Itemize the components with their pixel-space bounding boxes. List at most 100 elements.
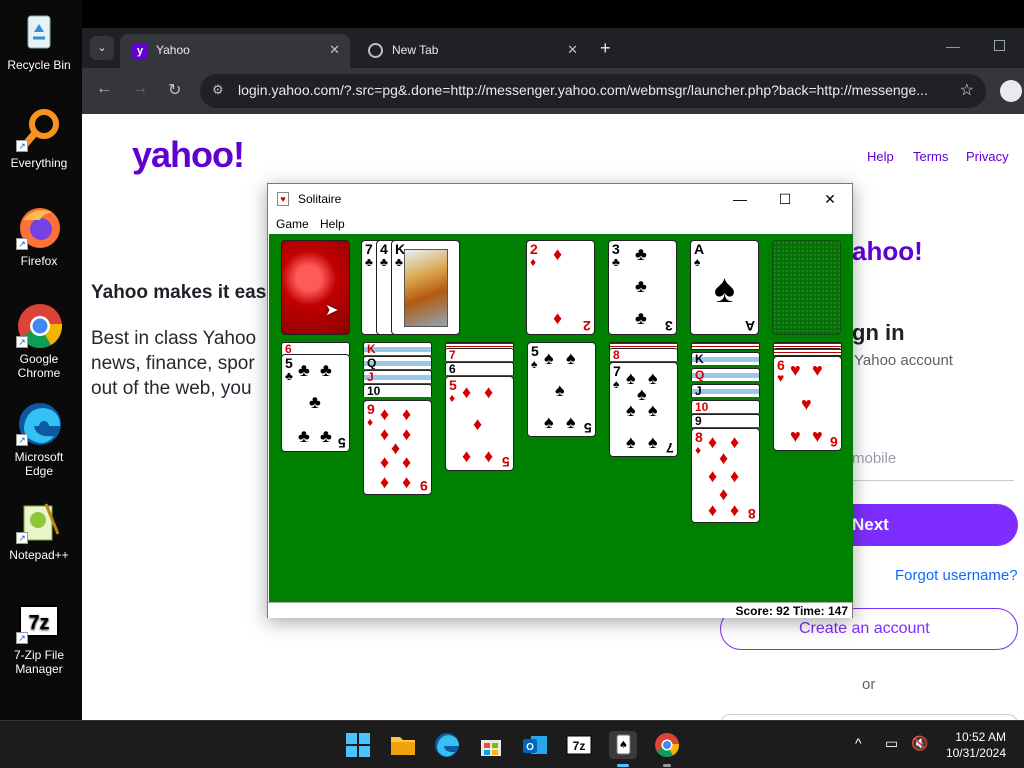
heart-suit-icon: ♥ (777, 371, 785, 385)
shortcut-arrow-icon: ↗ (16, 140, 28, 152)
tab-yahoo[interactable]: y Yahoo ✕ (120, 34, 350, 68)
diamond-pip-icon: ♦ (719, 448, 729, 468)
microsoft-store-icon[interactable] (477, 731, 505, 759)
close-tab-icon[interactable]: ✕ (567, 42, 578, 58)
start-windows-icon[interactable] (344, 731, 372, 759)
clock-date: 10/31/2024 (945, 746, 1006, 760)
desktop-icon-notepad-plus-plus[interactable]: ↗ Notepad++ (0, 498, 78, 562)
show-hidden-icons-chevron-icon[interactable]: ^ (855, 735, 862, 751)
solitaire-taskbar-icon[interactable]: ♠ (609, 731, 637, 767)
spade-pip-icon: ♠ (555, 380, 565, 400)
tableau-top-card[interactable]: 6 ♥ ♥ ♥ ♥ ♥ ♥ 6 (773, 356, 842, 451)
maximize-icon[interactable]: ☐ (765, 188, 805, 210)
spade-pip-icon: ♠ (544, 348, 554, 368)
diamond-pip-icon: ♦ (402, 472, 412, 492)
minimize-icon[interactable]: — (946, 38, 960, 54)
desktop-icon-7-zip[interactable]: 7z ↗ 7-Zip File Manager (0, 598, 78, 676)
username-field[interactable]: mobile (852, 450, 896, 467)
tableau-top-card[interactable]: 8 ♦ ♦ ♦ ♦ ♦ ♦ ♦ ♦ ♦ 8 (691, 428, 760, 523)
shortcut-arrow-icon: ↗ (16, 238, 28, 250)
shortcut-arrow-icon: ↗ (16, 434, 28, 446)
back-icon[interactable]: ← (96, 80, 112, 98)
card-rank: 8 (748, 506, 756, 522)
diamond-pip-icon: ♦ (708, 432, 718, 452)
card-rank: 5 (531, 343, 539, 359)
solitaire-window: ♥ Solitaire — ☐ ✕ Game Help ➤ 7 ♣ 4 ♣ K ♣ 2… (267, 183, 853, 618)
diamond-pip-icon: ♦ (402, 404, 412, 424)
card-rank: 7 (365, 241, 373, 257)
desktop-icon-firefox[interactable]: ↗ Firefox (0, 204, 78, 268)
tab-search-chevron-icon[interactable]: ⌄ (90, 36, 114, 60)
heart-pip-icon: ♥ (790, 426, 801, 446)
site-settings-icon[interactable]: ⚙ (212, 82, 224, 98)
club-suit-icon: ♣ (285, 369, 293, 383)
diamond-pip-icon: ♦ (484, 382, 494, 402)
waste-top-card[interactable]: K ♣ (391, 240, 460, 335)
tableau-top-card[interactable]: 5 ♠ ♠ ♠ ♠ ♠ ♠ 5 (527, 342, 596, 437)
foundation-clubs[interactable]: 3 ♣ ♣ ♣ ♣ 3 (608, 240, 677, 335)
tableau-top-card[interactable]: 7 ♠ ♠ ♠ ♠ ♠ ♠ ♠ ♠ 7 (609, 362, 678, 457)
tableau-face-card: K (363, 342, 432, 355)
score-time-readout: Score: 92 Time: 147 (735, 604, 848, 618)
new-tab-button[interactable]: + (600, 38, 611, 59)
desktop-icon-recycle-bin[interactable]: Recycle Bin (0, 8, 78, 72)
heart-pip-icon: ♥ (812, 360, 823, 380)
foundation-spades[interactable]: A ♠ ♠ A (690, 240, 759, 335)
desktop-icon-microsoft-edge[interactable]: ↗ Microsoft Edge (0, 400, 78, 478)
foundation-diamonds[interactable]: 2 ♦ ♦ ♦ 2 (526, 240, 595, 335)
foundation-empty-slot[interactable] (772, 240, 841, 335)
network-icon[interactable]: ▭ (885, 735, 898, 752)
spade-pip-icon: ♠ (648, 368, 658, 388)
7zip-taskbar-icon[interactable]: 7z (565, 731, 593, 759)
desktop-icon-google-chrome[interactable]: ↗ Google Chrome (0, 302, 78, 380)
menu-game[interactable]: Game (276, 217, 309, 231)
diamond-pip-icon: ♦ (462, 446, 472, 466)
diamond-pip-icon: ♦ (708, 466, 718, 486)
tableau-top-card[interactable]: 9 ♦ ♦ ♦ ♦ ♦ ♦ ♦ ♦ ♦ ♦ 9 (363, 400, 432, 495)
card-rank: 6 (777, 357, 785, 373)
tab-new-tab[interactable]: New Tab ✕ (356, 34, 588, 68)
yahoo-description: Best in class Yahoo news, finance, spor … (91, 326, 256, 401)
url-text[interactable]: login.yahoo.com/?.src=pg&.done=http://me… (238, 82, 938, 98)
spade-pip-icon: ♠ (637, 384, 647, 404)
forward-icon[interactable]: → (132, 80, 148, 98)
stock-pile[interactable] (281, 240, 350, 335)
maximize-icon[interactable] (994, 40, 1005, 51)
diamond-pip-icon: ♦ (730, 432, 740, 452)
spade-suit-icon: ♠ (613, 377, 620, 391)
card-rank: 6 (830, 434, 838, 450)
reload-icon[interactable]: ↻ (168, 80, 181, 100)
svg-text:O: O (526, 742, 534, 753)
edge-taskbar-icon[interactable] (433, 731, 461, 759)
tableau-face-card: Q (363, 356, 432, 369)
volume-muted-icon[interactable]: 🔇 (911, 735, 928, 752)
yahoo-logo[interactable]: yahoo! (132, 134, 245, 176)
bookmark-star-icon[interactable]: ☆ (960, 80, 974, 100)
diamond-pip-icon: ♦ (380, 472, 390, 492)
system-clock[interactable]: 10:52 AM 10/31/2024 (946, 729, 1006, 761)
tableau-top-card[interactable]: 5 ♣ ♣ ♣ ♣ ♣ ♣ 5 (281, 354, 350, 452)
chrome-taskbar-icon[interactable] (653, 731, 681, 767)
close-tab-icon[interactable]: ✕ (329, 42, 340, 58)
diamond-suit-icon: ♦ (449, 391, 456, 405)
heart-pip-icon: ♥ (790, 360, 801, 380)
forgot-username-link[interactable]: Forgot username? (895, 567, 1018, 584)
diamond-pip-icon: ♦ (484, 446, 494, 466)
club-suit-icon: ♣ (395, 255, 403, 269)
diamond-suit-icon: ♦ (530, 255, 537, 269)
file-explorer-icon[interactable] (389, 731, 417, 759)
spade-pip-icon: ♠ (713, 267, 736, 311)
solitaire-titlebar[interactable]: ♥ Solitaire — ☐ ✕ (268, 184, 852, 214)
menu-help[interactable]: Help (320, 217, 345, 231)
close-icon[interactable]: ✕ (810, 188, 850, 210)
address-bar[interactable]: ⚙ login.yahoo.com/?.src=pg&.done=http://… (200, 74, 986, 108)
tableau-top-card[interactable]: 5 ♦ ♦ ♦ ♦ ♦ ♦ 5 (445, 376, 514, 471)
minimize-icon[interactable]: — (720, 188, 760, 210)
solitaire-table: ➤ 7 ♣ 4 ♣ K ♣ 2 ♦ ♦ ♦ 2 3 ♣ ♣ ♣ ♣ 3 A ♠ ♠ (269, 234, 853, 602)
card-rank: A (694, 241, 705, 257)
card-rank: 7 (613, 363, 621, 379)
desktop-icon-everything[interactable]: ↗ Everything (0, 106, 78, 170)
profile-icon[interactable] (1000, 80, 1022, 102)
outlook-icon[interactable]: O (521, 731, 549, 759)
notepad-plus-plus-icon: ↗ (16, 498, 62, 544)
